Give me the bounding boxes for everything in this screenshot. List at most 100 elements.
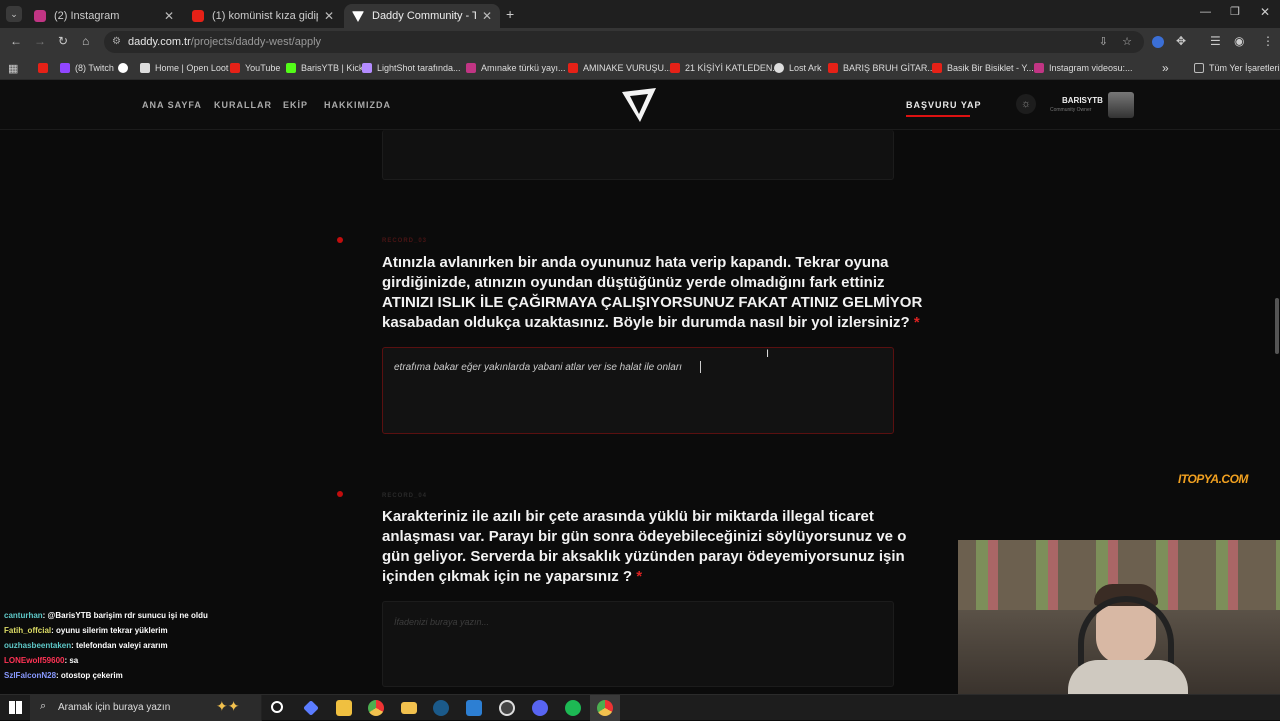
home-icon[interactable]: ⌂ — [82, 34, 89, 48]
cortana-icon[interactable] — [271, 701, 283, 713]
tab-daddy-community[interactable]: Daddy Community - Türkiye'nin ✕ — [344, 4, 500, 28]
chat-text: : telefondan valeyi ararım — [71, 641, 168, 650]
close-window-button[interactable]: ✕ — [1260, 5, 1270, 19]
steam-icon[interactable] — [433, 700, 449, 716]
bookmark-youtube[interactable] — [38, 56, 53, 80]
tab-youtube[interactable]: (1) komünist kıza gidip soruyole ✕ — [184, 4, 342, 28]
bookmark-lightshot[interactable]: LightShot tarafında... — [362, 56, 461, 80]
back-icon[interactable]: ← — [10, 34, 22, 48]
page-scrollbar[interactable] — [1275, 298, 1279, 354]
reload-icon[interactable]: ↻ — [58, 34, 68, 48]
chrome-icon[interactable] — [368, 700, 384, 716]
taskbar-search[interactable]: ⌕ Aramak için buraya yazın ✦✦ — [30, 695, 262, 721]
url-path: /projects/daddy-west/apply — [190, 36, 322, 48]
record-label: RECORD_04 — [382, 493, 428, 499]
apply-link[interactable]: BAŞVURU YAP — [906, 100, 982, 110]
close-icon[interactable]: ✕ — [482, 9, 492, 23]
tab-list-icon[interactable]: ⌄ — [6, 6, 22, 22]
bookmark-label: YouTube — [245, 63, 281, 73]
bookmark-instagram[interactable]: Amınake türkü yayı... — [466, 56, 566, 80]
discord-icon[interactable] — [532, 700, 548, 716]
extensions-icon[interactable]: ✥ — [1176, 34, 1186, 48]
forward-icon[interactable]: → — [34, 34, 46, 48]
menu-icon[interactable]: ⋮ — [1262, 34, 1274, 48]
twitch-icon — [60, 63, 70, 73]
minimize-button[interactable]: — — [1200, 6, 1211, 18]
bookmarks-bar: ▦ (8) Twitch Home | Open Loot YouTube Ba… — [0, 56, 1280, 80]
bookmark-label: Basik Bir Bisiklet - Y... — [947, 63, 1034, 73]
bookmark-youtube-4[interactable]: 21 KİŞİYİ KATLEDEN... — [670, 56, 780, 80]
bookmark-label: Lost Ark — [789, 63, 822, 73]
address-bar[interactable]: ⚙ daddy.com.tr/projects/daddy-west/apply… — [104, 31, 1144, 53]
nav-rules-link[interactable]: KURALLAR — [214, 100, 272, 110]
new-tab-button[interactable]: + — [506, 6, 514, 22]
obs-icon[interactable] — [499, 700, 515, 716]
lostark-icon — [774, 63, 784, 73]
chat-user: Fatih_offcial — [4, 626, 52, 635]
nav-home-link[interactable]: ANA SAYFA — [142, 100, 202, 110]
record-label: RECORD_03 — [382, 238, 428, 244]
star-icon[interactable]: ☆ — [1122, 31, 1132, 53]
kick-icon — [286, 63, 296, 73]
tab-instagram[interactable]: (2) Instagram ✕ — [26, 4, 182, 28]
answer-placeholder: İfadenizi buraya yazın... — [394, 617, 490, 627]
bookmarks-more-button[interactable]: » — [1162, 56, 1169, 80]
chat-text: : oyunu silerim tekrar yüklerim — [51, 626, 168, 635]
chat-text: : otostop çekerim — [56, 671, 123, 680]
close-icon[interactable]: ✕ — [324, 9, 334, 23]
site-logo[interactable] — [618, 84, 660, 126]
youtube-icon — [230, 63, 240, 73]
bookmark-lostark[interactable]: Lost Ark — [774, 56, 822, 80]
chrome-icon[interactable] — [597, 700, 613, 716]
calculator-icon[interactable] — [336, 700, 352, 716]
all-bookmarks-button[interactable]: Tüm Yer İşaretleri — [1194, 56, 1280, 80]
spotify-icon[interactable] — [565, 700, 581, 716]
bookmark-github[interactable] — [118, 56, 133, 80]
chat-user: ouzhasbeentaken — [4, 641, 72, 650]
search-icon: ⌕ — [40, 700, 47, 712]
avatar-icon[interactable]: ◉ — [1234, 34, 1244, 48]
bookmark-youtube-3[interactable]: AMINAKE VURUŞU... — [568, 56, 672, 80]
user-name: BARISYTB — [1062, 96, 1103, 105]
bookmark-kick[interactable]: BarisYTB | Kick — [286, 56, 363, 80]
theme-toggle-icon[interactable]: ☼ — [1016, 94, 1036, 114]
tab-label: (2) Instagram — [54, 10, 120, 22]
avatar[interactable] — [1108, 92, 1134, 118]
bookmark-label: BARIŞ BRUH GİTAR... — [843, 63, 935, 73]
nav-about-link[interactable]: HAKKIMIZDA — [324, 100, 391, 110]
instagram-icon — [34, 10, 46, 22]
answer-textarea-3[interactable]: etrafıma bakar eğer yakınlarda yabani at… — [382, 347, 894, 434]
bookmark-label: Home | Open Loot — [155, 63, 229, 73]
app-icon[interactable] — [466, 700, 482, 716]
bookmark-label: Amınake türkü yayı... — [481, 63, 566, 73]
bookmark-twitch[interactable]: (8) Twitch — [60, 56, 114, 80]
question-marker — [337, 491, 343, 497]
bookmark-youtube-2[interactable]: YouTube — [230, 56, 280, 80]
bookmark-label: 21 KİŞİYİ KATLEDEN... — [685, 63, 780, 73]
profile-extension-icon[interactable] — [1152, 36, 1164, 48]
bookmark-youtube-6[interactable]: Basik Bir Bisiklet - Y... — [932, 56, 1034, 80]
chat-text: : sa — [64, 656, 79, 665]
bookmark-openloot[interactable]: Home | Open Loot — [140, 56, 228, 80]
file-explorer-icon[interactable] — [401, 702, 417, 714]
answer-textarea-4[interactable]: İfadenizi buraya yazın... — [382, 601, 894, 687]
apply-underline — [906, 115, 970, 117]
chat-message: Fatih_offcial: oyunu silerim tekrar yükl… — [4, 626, 168, 635]
url-host: daddy.com.tr — [128, 36, 191, 48]
nav-team-link[interactable]: EKİP — [283, 100, 308, 110]
question-text: Atınızla avlanırken bir anda oyununuz ha… — [382, 254, 923, 331]
media-icon[interactable]: ☰ — [1210, 34, 1221, 48]
windows-start-icon[interactable] — [9, 701, 22, 714]
required-marker: * — [913, 314, 920, 331]
site-info-icon[interactable]: ⚙ — [112, 31, 121, 53]
close-icon[interactable]: ✕ — [164, 9, 174, 23]
app-icon[interactable] — [303, 700, 319, 716]
bookmark-instagram-2[interactable]: Instagram videosu:... — [1034, 56, 1133, 80]
install-icon[interactable]: ⇩ — [1099, 31, 1108, 53]
apps-icon[interactable]: ▦ — [8, 56, 18, 80]
restore-button[interactable]: ❐ — [1230, 5, 1240, 18]
folder-icon — [1194, 63, 1204, 73]
search-placeholder: Aramak için buraya yazın — [58, 702, 171, 713]
bookmark-youtube-5[interactable]: BARIŞ BRUH GİTAR... — [828, 56, 935, 80]
previous-answer-textarea[interactable] — [382, 130, 894, 180]
